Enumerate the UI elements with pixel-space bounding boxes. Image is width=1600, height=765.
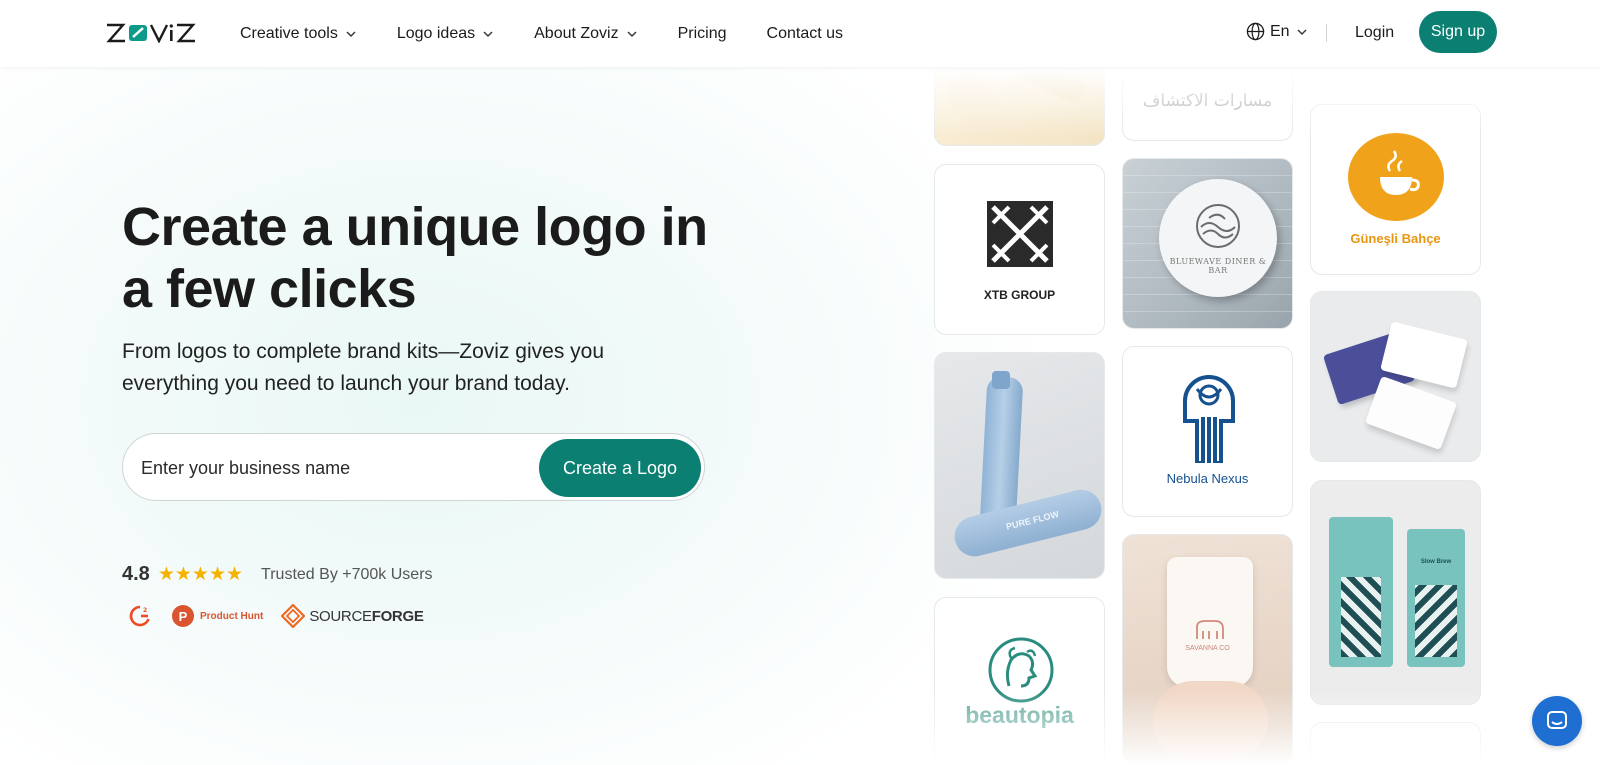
- nav-contact-us[interactable]: Contact us: [767, 25, 843, 43]
- gallery-card-slowbrew[interactable]: Slow Brew: [1310, 480, 1481, 705]
- sourceforge-badge[interactable]: SOURCEFORGE: [281, 604, 424, 628]
- chat-icon: [1547, 711, 1567, 729]
- slowbrew-logo-text: Slow Brew: [1420, 559, 1452, 565]
- header-divider: [1326, 24, 1327, 42]
- zoviz-logo-mark: [106, 23, 196, 43]
- wave-logo-icon: [1196, 204, 1240, 248]
- rating-value: 4.8: [122, 563, 150, 585]
- sourceforge-icon: [281, 604, 306, 628]
- product-hunt-badge[interactable]: P Product Hunt: [172, 605, 263, 627]
- star-icon: ★: [191, 563, 209, 585]
- rating-stars: ★ ★ ★ ★ ★: [157, 563, 244, 585]
- chevron-down-icon: [1297, 29, 1307, 35]
- gallery-card-business-cards[interactable]: [1310, 291, 1481, 462]
- nav-creative-tools[interactable]: Creative tools: [240, 25, 357, 43]
- business-name-form: Create a Logo: [122, 433, 705, 501]
- main-nav: Creative tools Logo ideas About Zoviz Pr…: [240, 0, 883, 67]
- nav-label: Logo ideas: [396, 24, 476, 42]
- beautopia-face-logo-icon: [988, 637, 1054, 703]
- language-selector[interactable]: En: [1246, 22, 1308, 41]
- review-badges: 2 P Product Hunt SOURCEFORGE: [128, 604, 424, 628]
- nav-label: Contact us: [766, 24, 843, 42]
- signup-button[interactable]: Sign up: [1419, 11, 1497, 53]
- gallery-card-partial[interactable]: [1310, 722, 1481, 765]
- trusted-users: Trusted By +700k Users: [261, 565, 433, 583]
- hero-title: Create a unique logo in a few clicks: [122, 197, 708, 319]
- nav-label: Pricing: [677, 24, 727, 42]
- gallery-card-savanna[interactable]: SAVANNA CO: [1122, 534, 1293, 765]
- chevron-down-icon: [627, 31, 637, 37]
- nav-label: Creative tools: [240, 24, 338, 42]
- rating-row: 4.8 ★ ★ ★ ★ ★ Trusted By +700k Users: [122, 563, 433, 586]
- bluewave-logo-text: BLUEWAVE DINER & BAR: [1169, 257, 1267, 275]
- savanna-logo-text: SAVANNA CO: [1185, 645, 1230, 652]
- beautopia-logo-text: beautopia: [965, 702, 1074, 728]
- product-hunt-icon: P: [172, 605, 194, 627]
- arabic-logo-text: مسارات الاكتشاف: [1142, 91, 1273, 111]
- language-label: En: [1270, 22, 1290, 40]
- sourceforge-label-a: SOURCE: [309, 607, 372, 625]
- star-icon: ★: [208, 563, 226, 585]
- xtb-logo-mark: [987, 201, 1053, 267]
- chat-support-button[interactable]: [1532, 696, 1582, 746]
- cream-product-shape: [938, 65, 1008, 137]
- coffee-bag-pattern: [1341, 577, 1381, 657]
- gunesli-logo-text: Güneşli Bahçe: [1350, 231, 1441, 246]
- chevron-down-icon: [346, 31, 356, 37]
- gallery-card-gunesli[interactable]: Güneşli Bahçe: [1310, 104, 1481, 275]
- bottle-cap: [992, 371, 1010, 389]
- gallery-card-beautopia[interactable]: beautopia: [934, 597, 1105, 765]
- nebula-logo-text: Nebula Nexus: [1166, 471, 1249, 486]
- page: Creative tools Logo ideas About Zoviz Pr…: [0, 0, 1600, 765]
- nav-label: About Zoviz: [534, 24, 619, 42]
- product-hunt-label: Product Hunt: [200, 610, 264, 622]
- gallery-card-bluewave[interactable]: BLUEWAVE DINER & BAR: [1122, 158, 1293, 329]
- gallery-card-pureflow[interactable]: PURE FLOW: [934, 352, 1105, 579]
- sourceforge-label: SOURCEFORGE: [309, 607, 424, 625]
- coffee-cup-icon: [1380, 150, 1420, 195]
- business-name-input[interactable]: [141, 454, 521, 482]
- hands-shape: [1153, 681, 1268, 761]
- star-icon: ★: [226, 563, 244, 585]
- gallery-card-xtb[interactable]: XTB GROUP: [934, 164, 1105, 335]
- globe-icon: [1246, 22, 1265, 41]
- svg-text:2: 2: [143, 607, 147, 614]
- star-icon: ★: [157, 563, 175, 585]
- nav-about-zoviz[interactable]: About Zoviz: [534, 25, 637, 43]
- nebula-tree-logo-icon: [1183, 375, 1235, 463]
- nav-pricing[interactable]: Pricing: [678, 25, 727, 43]
- sourceforge-label-b: FORGE: [371, 607, 424, 625]
- gallery-card-nebula[interactable]: Nebula Nexus: [1122, 346, 1293, 517]
- chevron-down-icon: [483, 31, 493, 37]
- star-icon: ★: [174, 563, 192, 585]
- top-navbar: Creative tools Logo ideas About Zoviz Pr…: [0, 0, 1600, 67]
- login-link[interactable]: Login: [1355, 24, 1394, 42]
- business-card-white: [1364, 375, 1458, 451]
- elephant-logo-icon: [1196, 620, 1224, 639]
- g2-logo-icon[interactable]: 2: [128, 604, 152, 628]
- zoviz-logo[interactable]: [105, 22, 205, 44]
- coffee-bag-pattern: [1415, 585, 1457, 657]
- nav-logo-ideas[interactable]: Logo ideas: [397, 25, 494, 43]
- xtb-logo-text: XTB GROUP: [983, 288, 1056, 302]
- create-logo-button[interactable]: Create a Logo: [539, 439, 701, 497]
- hero-subtitle: From logos to complete brand kits—Zoviz …: [122, 340, 605, 395]
